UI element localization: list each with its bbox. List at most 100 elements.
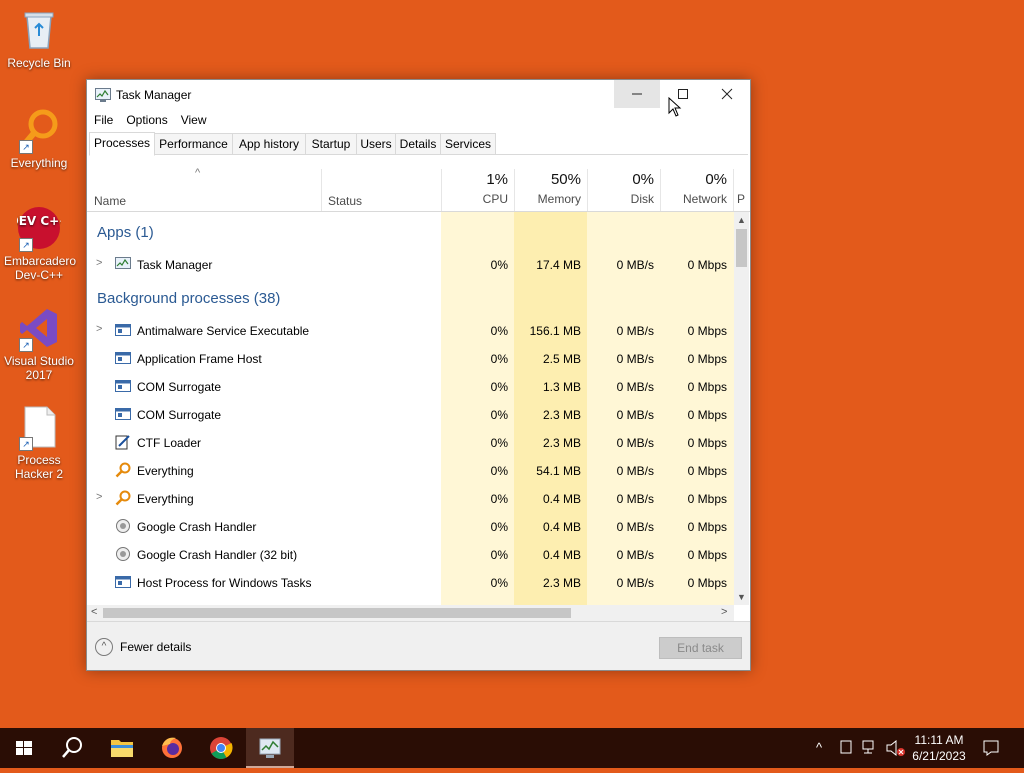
column-network[interactable]: 0% Network xyxy=(662,171,727,206)
column-name[interactable]: Name xyxy=(94,194,126,208)
fewer-details-link[interactable]: Fewer details xyxy=(120,640,191,654)
expand-chevron-icon[interactable]: > xyxy=(96,257,102,269)
cell-disk: 0 MB/s xyxy=(616,380,654,394)
search-button[interactable] xyxy=(48,728,96,768)
process-name: CTF Loader xyxy=(137,436,202,450)
cell-disk: 0 MB/s xyxy=(616,464,654,478)
tab-services[interactable]: Services xyxy=(440,133,496,154)
column-divider[interactable] xyxy=(733,169,734,211)
column-memory[interactable]: 50% Memory xyxy=(516,171,581,206)
maximize-button[interactable] xyxy=(660,80,706,108)
column-divider[interactable] xyxy=(441,169,442,211)
visual-studio-icon: ↗ xyxy=(17,306,61,352)
cell-disk: 0 MB/s xyxy=(616,352,654,366)
table-row[interactable]: Application Frame Host 0% 2.5 MB 0 MB/s 0 Mb… xyxy=(87,344,734,372)
scroll-up-icon[interactable]: ▲ xyxy=(737,215,746,225)
column-cpu[interactable]: 1% CPU xyxy=(443,171,508,206)
process-icon xyxy=(115,434,131,450)
menu-file[interactable]: File xyxy=(87,110,119,127)
cell-memory: 1.3 MB xyxy=(542,380,581,394)
tab-details[interactable]: Details xyxy=(395,133,441,154)
process-icon xyxy=(115,406,131,422)
process-icon xyxy=(115,574,131,590)
cell-disk: 0 MB/s xyxy=(616,408,654,422)
system-clock[interactable]: 11:11 AM 6/21/2023 xyxy=(900,732,978,764)
vertical-scroll-thumb[interactable] xyxy=(736,229,747,267)
search-icon xyxy=(62,737,82,758)
column-divider[interactable] xyxy=(514,169,515,211)
cell-memory: 2.5 MB xyxy=(542,352,581,366)
tab-app-history[interactable]: App history xyxy=(232,133,306,154)
tab-users[interactable]: Users xyxy=(356,133,396,154)
horizontal-scroll-thumb[interactable] xyxy=(103,608,571,618)
desktop-icon-label: Recycle Bin xyxy=(7,56,71,70)
cell-memory: 2.3 MB xyxy=(542,576,581,590)
minimize-button[interactable] xyxy=(614,80,660,108)
table-row[interactable]: > Task Manager 0% 17.4 MB 0 MB/s 0 Mbps xyxy=(87,250,734,278)
scroll-right-icon[interactable]: > xyxy=(721,606,727,618)
process-name: Google Crash Handler xyxy=(137,520,257,534)
task-manager-window: Task Manager File Options View Processes P… xyxy=(86,79,751,671)
desktop-icon-devcpp[interactable]: DEV C++ ↗ Embarcadero Dev-C++ xyxy=(4,206,77,282)
notifications-icon[interactable] xyxy=(982,739,1000,757)
shortcut-arrow-icon: ↗ xyxy=(19,437,33,451)
process-icon xyxy=(115,546,131,562)
table-row[interactable]: > Everything 0% 0.4 MB 0 MB/s 0 Mbps xyxy=(87,484,734,512)
tab-processes[interactable]: Processes xyxy=(89,132,155,156)
column-divider[interactable] xyxy=(321,169,322,211)
process-icon xyxy=(115,490,131,506)
close-button[interactable] xyxy=(704,80,750,108)
cell-cpu: 0% xyxy=(490,258,508,272)
column-disk[interactable]: 0% Disk xyxy=(589,171,654,206)
column-divider[interactable] xyxy=(587,169,588,211)
chevron-up-circle-icon[interactable]: ^ xyxy=(95,638,113,656)
desktop-icon-label: Everything xyxy=(10,156,68,170)
desktop-icon-everything[interactable]: ↗ Everything xyxy=(4,108,74,170)
close-icon xyxy=(721,88,733,100)
end-task-button[interactable]: End task xyxy=(659,637,742,659)
desktop-icon-visual-studio[interactable]: ↗ Visual Studio 2017 xyxy=(4,306,74,382)
vertical-scrollbar[interactable]: ▲ ▼ xyxy=(734,212,749,605)
table-row[interactable]: Google Crash Handler 0% 0.4 MB 0 MB/s 0 Mbps xyxy=(87,512,734,540)
group-background[interactable]: Background processes (38) xyxy=(97,290,280,307)
table-row[interactable]: Host Process for Windows Tasks 0% 2.3 MB 0 … xyxy=(87,568,734,596)
desktop-icon-recycle-bin[interactable]: Recycle Bin xyxy=(4,8,74,70)
power-label-partial: P xyxy=(737,192,746,206)
window-title: Task Manager xyxy=(116,88,192,102)
table-row[interactable]: > Antimalware Service Executable 0% 156.1 M… xyxy=(87,316,734,344)
table-row[interactable]: Everything 0% 54.1 MB 0 MB/s 0 Mbps xyxy=(87,456,734,484)
expand-chevron-icon[interactable]: > xyxy=(96,323,102,335)
show-hidden-icons-chevron-icon[interactable]: ^ xyxy=(816,740,822,755)
process-icon xyxy=(115,462,131,478)
tab-startup[interactable]: Startup xyxy=(305,133,357,154)
cell-memory: 156.1 MB xyxy=(529,324,581,338)
taskbar-firefox[interactable] xyxy=(148,728,196,768)
column-divider[interactable] xyxy=(660,169,661,211)
menu-view[interactable]: View xyxy=(174,110,213,127)
table-row[interactable]: COM Surrogate 0% 2.3 MB 0 MB/s 0 Mbps xyxy=(87,400,734,428)
group-apps[interactable]: Apps (1) xyxy=(97,224,154,241)
taskbar-task-manager[interactable] xyxy=(246,728,294,768)
taskbar-chrome[interactable] xyxy=(197,728,245,768)
menu-options[interactable]: Options xyxy=(119,110,173,127)
cell-cpu: 0% xyxy=(490,548,508,562)
column-status[interactable]: Status xyxy=(328,194,362,208)
cell-disk: 0 MB/s xyxy=(616,436,654,450)
table-row[interactable]: Google Crash Handler (32 bit) 0% 0.4 MB 0 M… xyxy=(87,540,734,568)
desktop-icon-label: Embarcadero Dev-C++ xyxy=(4,254,77,282)
network-icon[interactable] xyxy=(862,740,880,754)
memory-total: 50% xyxy=(550,171,581,188)
tab-performance[interactable]: Performance xyxy=(154,133,233,154)
start-button[interactable] xyxy=(0,728,48,768)
column-power-partial[interactable]: P xyxy=(737,171,749,206)
taskbar-file-explorer[interactable] xyxy=(98,728,146,768)
table-row[interactable]: CTF Loader 0% 2.3 MB 0 MB/s 0 Mbps xyxy=(87,428,734,456)
horizontal-scrollbar[interactable]: < > xyxy=(87,605,734,621)
tablet-icon[interactable] xyxy=(840,740,852,754)
scroll-down-icon[interactable]: ▼ xyxy=(737,592,746,602)
table-row[interactable]: COM Surrogate 0% 1.3 MB 0 MB/s 0 Mbps xyxy=(87,372,734,400)
scroll-left-icon[interactable]: < xyxy=(91,606,97,618)
desktop-icon-process-hacker[interactable]: ↗ Process Hacker 2 xyxy=(4,405,74,481)
expand-chevron-icon[interactable]: > xyxy=(96,491,102,503)
title-bar[interactable]: Task Manager xyxy=(87,80,750,110)
